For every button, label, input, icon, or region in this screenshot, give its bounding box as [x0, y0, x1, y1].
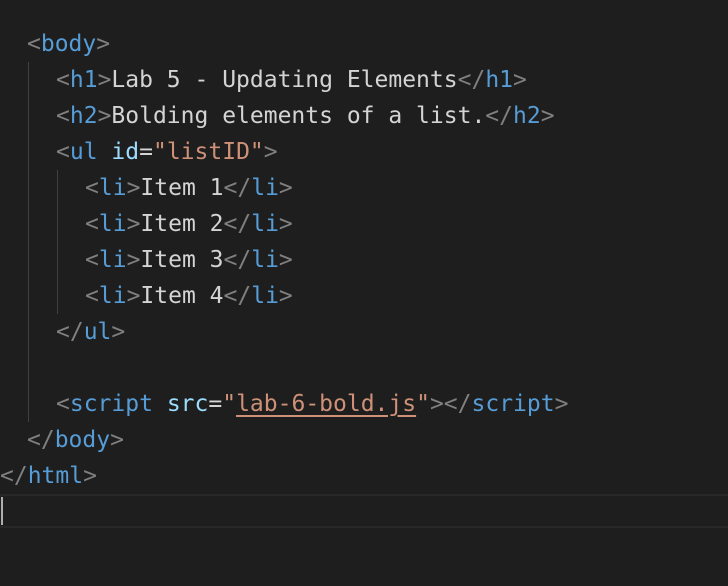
code-editor[interactable]: <body> <h1>Lab 5 - Updating Elements</h1… — [0, 0, 728, 586]
tag-h1-close: h1 — [485, 67, 514, 93]
code-line-ul-close[interactable]: </ul> — [0, 314, 728, 350]
tag-li-open: li — [98, 211, 127, 237]
code-line-script[interactable]: <script src="lab-6-bold.js"></script> — [0, 386, 728, 422]
tag-html-close: html — [27, 463, 84, 489]
tag-ul-open: ul — [69, 139, 98, 165]
attr-src: src — [166, 391, 209, 417]
current-line-highlight[interactable] — [0, 494, 728, 528]
text-cursor — [1, 497, 3, 525]
tag-body: body — [40, 31, 97, 57]
code-line-li-3[interactable]: <li>Item 3</li> — [0, 242, 728, 278]
code-line-h2[interactable]: <h2>Bolding elements of a list.</h2> — [0, 98, 728, 134]
tag-li-close: li — [251, 247, 279, 273]
tag-li-open: li — [98, 175, 127, 201]
attr-value-listid: "listID" — [152, 139, 264, 165]
li-text-4: Item 4 — [140, 283, 224, 309]
code-line-li-4[interactable]: <li>Item 4</li> — [0, 278, 728, 314]
tag-body-close: body — [54, 427, 111, 453]
code-line-body-open[interactable]: <body> — [0, 26, 728, 62]
h1-text: Lab 5 - Updating Elements — [111, 67, 458, 93]
attr-id: id — [111, 139, 140, 165]
script-src-link[interactable]: lab-6-bold.js — [236, 391, 416, 417]
h2-text: Bolding elements of a list. — [111, 103, 486, 129]
tag-h2-close: h2 — [513, 103, 541, 129]
tag-li-open: li — [98, 247, 127, 273]
li-text-2: Item 2 — [140, 211, 224, 237]
li-text-3: Item 3 — [140, 247, 224, 273]
tag-h1-open: h1 — [69, 67, 98, 93]
code-line-li-1[interactable]: <li>Item 1</li> — [0, 170, 728, 206]
tag-li-close: li — [251, 175, 279, 201]
tag-h2-open: h2 — [69, 103, 98, 129]
tag-li-close: li — [251, 283, 279, 309]
tag-li-open: li — [98, 283, 127, 309]
code-line-body-close[interactable]: </body> — [0, 422, 728, 458]
quote-close: " — [416, 391, 430, 417]
code-line-empty[interactable] — [0, 350, 728, 386]
tag-li-close: li — [251, 211, 279, 237]
tag-ul-close: ul — [83, 319, 112, 345]
tag-script-open: script — [69, 391, 153, 417]
code-line-ul-open[interactable]: <ul id="listID"> — [0, 134, 728, 170]
code-line-html-close[interactable]: </html> — [0, 458, 728, 494]
li-text-1: Item 1 — [140, 175, 224, 201]
code-line-li-2[interactable]: <li>Item 2</li> — [0, 206, 728, 242]
quote-open: " — [222, 391, 237, 417]
code-line-h1[interactable]: <h1>Lab 5 - Updating Elements</h1> — [0, 62, 728, 98]
tag-script-close: script — [471, 391, 555, 417]
